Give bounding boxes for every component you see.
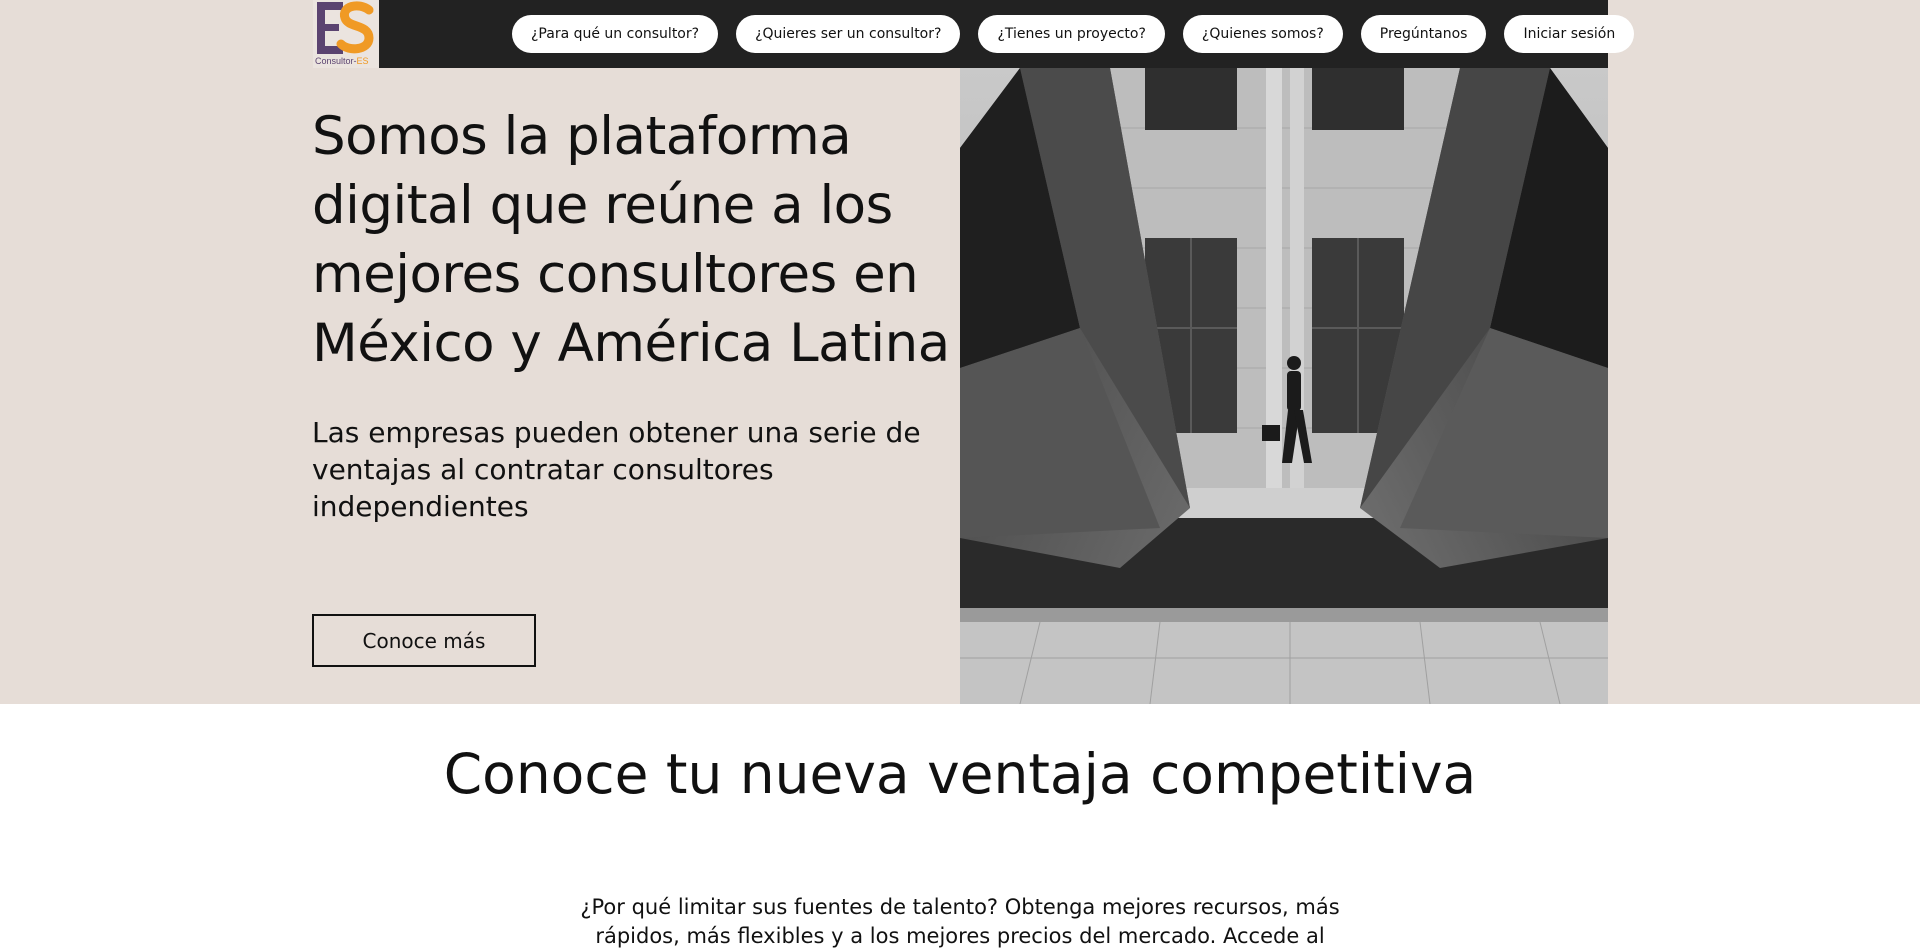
- login-button[interactable]: Iniciar sesión: [1504, 15, 1635, 53]
- hero-subtitle: Las empresas pueden obtener una serie de…: [312, 416, 921, 523]
- nav-quienes-somos[interactable]: ¿Quienes somos?: [1182, 15, 1343, 53]
- section-body-text: ¿Por qué limitar sus fuentes de talento?…: [580, 895, 1340, 948]
- hero-image: [960, 68, 1608, 704]
- main-nav: ¿Para qué un consultor? ¿Quieres ser un …: [512, 15, 1635, 53]
- nav-preguntanos[interactable]: Pregúntanos: [1360, 15, 1487, 53]
- logo-mark-icon: [317, 1, 374, 54]
- nav-tienes-proyecto[interactable]: ¿Tienes un proyecto?: [978, 15, 1165, 53]
- hero-text-block: Somos la plataforma digital que reúne a …: [312, 102, 962, 525]
- brand-logo[interactable]: Consultor-ES: [313, 0, 379, 68]
- section-title: Conoce tu nueva ventaja competitiva: [443, 742, 1477, 806]
- learn-more-button[interactable]: Conoce más: [312, 614, 536, 667]
- architecture-photo-image: [960, 68, 1608, 704]
- hero-title: Somos la plataforma digital que reúne a …: [312, 106, 950, 374]
- logo-wordmark: Consultor-ES: [315, 56, 369, 66]
- nav-quieres-ser-consultor[interactable]: ¿Quieres ser un consultor?: [736, 15, 961, 53]
- nav-para-que-consultor[interactable]: ¿Para qué un consultor?: [512, 15, 719, 53]
